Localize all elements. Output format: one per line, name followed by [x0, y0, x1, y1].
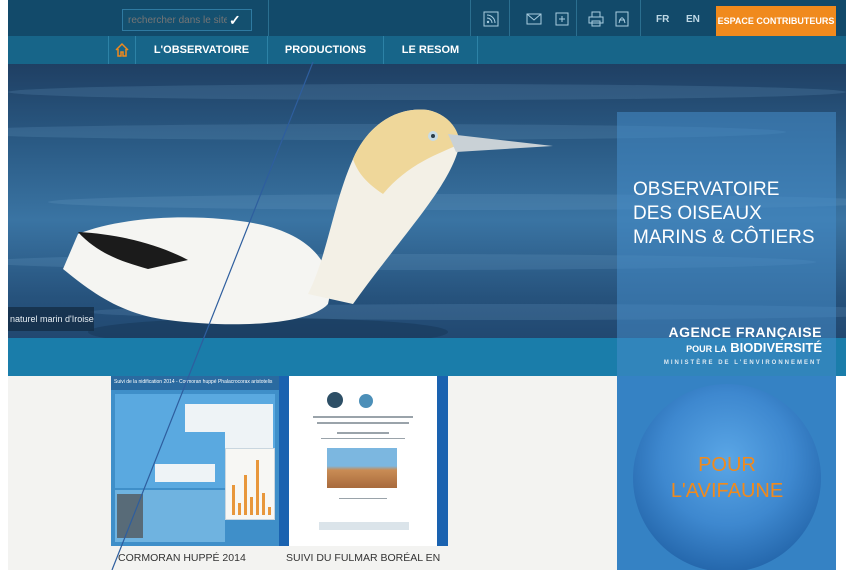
search-submit-check-icon[interactable]: ✓ [229, 12, 241, 29]
cormorant-photo [117, 494, 143, 538]
agency-name: AGENCE FRANÇAISE [668, 324, 822, 340]
production-card-cormoran[interactable]: Suivi de la nidification 2014 - Cormoran… [111, 376, 279, 546]
ministry-label: MINISTÈRE DE L'ENVIRONNEMENT [663, 360, 822, 366]
agency-biodiversite: BIODIVERSITÉ [730, 340, 822, 355]
production-card-fulmar[interactable] [279, 376, 448, 546]
top-utility-bar: ✓ FR EN ESPACE CONTRIBUTEURS [0, 0, 854, 36]
nav-item-resom[interactable]: LE RESOM [384, 36, 478, 64]
rss-icon[interactable] [481, 9, 501, 29]
mail-icon[interactable] [524, 9, 544, 29]
globe-label-line: L'AVIFAUNE [670, 480, 784, 502]
card-title[interactable]: CORMORAN HUPPÉ 2014 [118, 552, 246, 564]
plus-icon[interactable] [552, 9, 572, 29]
agency-subtitle: POUR LA BIODIVERSITÉ [664, 340, 822, 355]
document-thumbnail [289, 376, 437, 546]
divider [268, 0, 269, 36]
divider [640, 0, 641, 36]
search-input[interactable] [123, 14, 227, 26]
globe-label: POUR L'AVIFAUNE [633, 452, 821, 504]
lang-en-link[interactable]: EN [686, 14, 700, 25]
divider [509, 0, 510, 36]
photo-credit: naturel marin d'Iroise [8, 307, 94, 331]
chart-thumbnail [225, 448, 275, 520]
site-title-line: DES OISEAUX [633, 203, 762, 224]
search-box: ✓ [122, 9, 252, 31]
globe-label-line: POUR [698, 454, 756, 476]
card-header: Suivi de la nidification 2014 - Cormoran… [111, 376, 279, 390]
agency-logo[interactable]: AGENCE FRANÇAISE POUR LA BIODIVERSITÉ MI… [664, 324, 822, 366]
card-title[interactable]: SUIVI DU FULMAR BORÉAL EN [286, 552, 440, 564]
agency-pour: POUR LA [686, 344, 727, 354]
contributors-space-button[interactable]: ESPACE CONTRIBUTEURS [716, 6, 836, 36]
main-nav: L'OBSERVATOIRE PRODUCTIONS LE RESOM [0, 36, 854, 64]
pdf-icon[interactable] [612, 9, 632, 29]
nav-item-observatoire[interactable]: L'OBSERVATOIRE [136, 36, 268, 64]
divider [576, 0, 577, 36]
home-icon[interactable] [108, 36, 136, 64]
site-title-line: OBSERVATOIRE [633, 179, 780, 200]
site-title-line: MARINS & CÔTIERS [633, 227, 815, 248]
nav-item-productions[interactable]: PRODUCTIONS [268, 36, 384, 64]
print-icon[interactable] [586, 9, 606, 29]
site-title: OBSERVATOIRE DES OISEAUX MARINS & CÔTIER… [633, 178, 815, 250]
lang-fr-link[interactable]: FR [656, 14, 669, 25]
divider [470, 0, 471, 36]
